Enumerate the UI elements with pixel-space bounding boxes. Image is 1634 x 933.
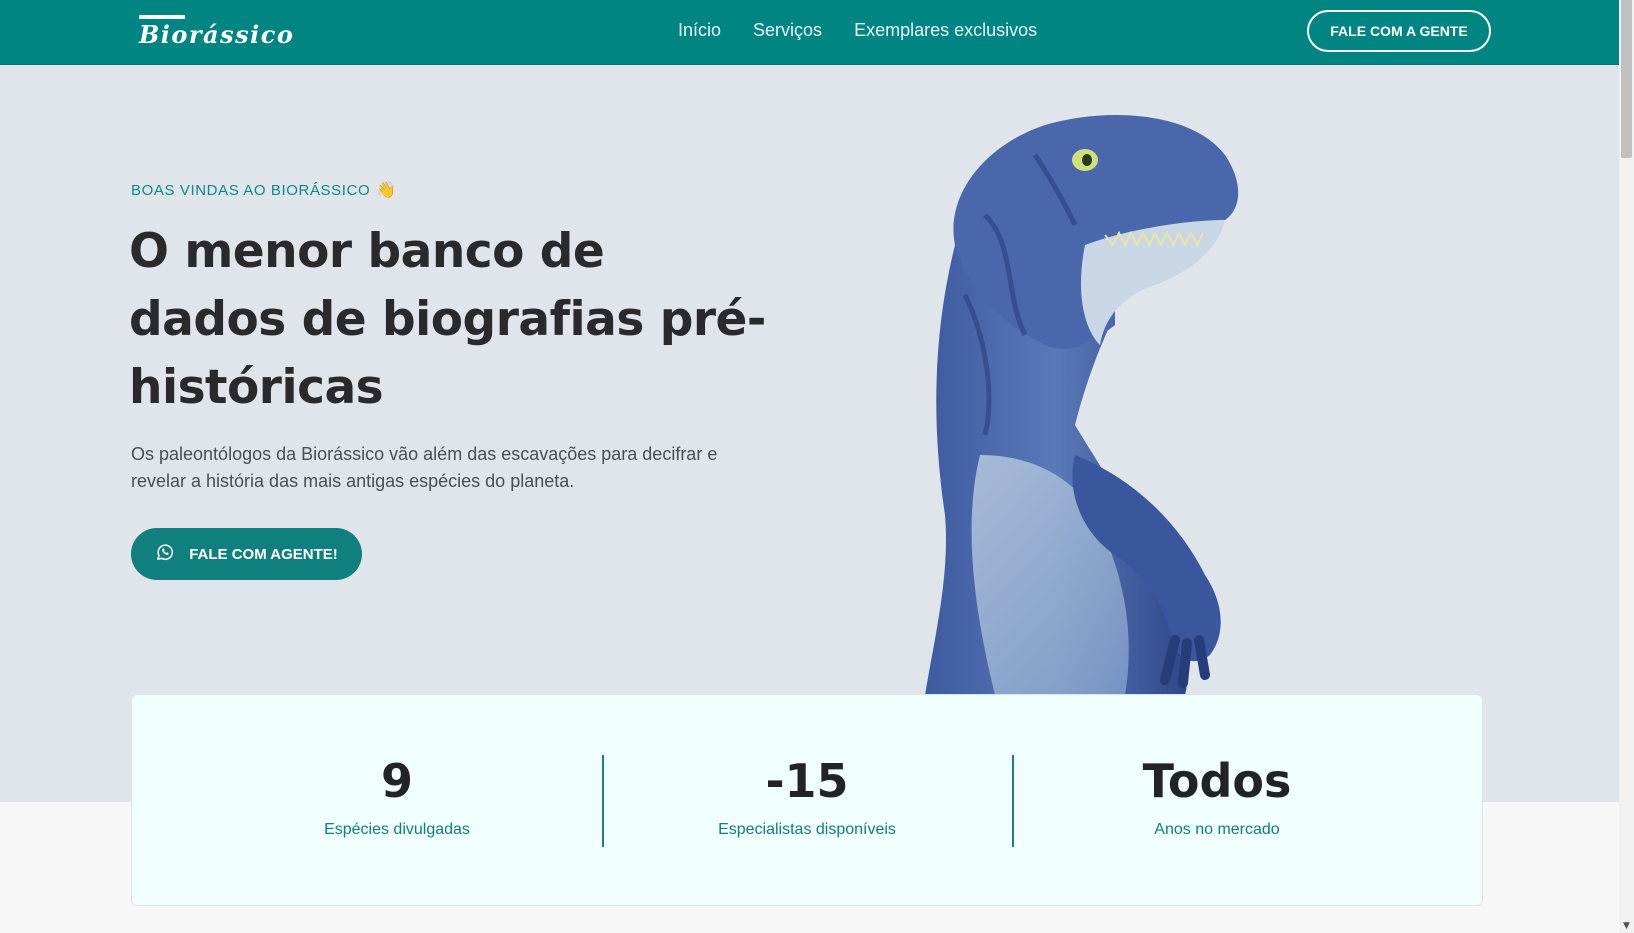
main-nav: Início Serviços Exemplares exclusivos	[678, 20, 1037, 41]
hero-eyebrow-text: BOAS VINDAS AO BIORÁSSICO	[131, 181, 371, 199]
stat-specialists: -15 Especialistas disponíveis	[642, 755, 972, 839]
stat-value: Todos	[1142, 754, 1292, 808]
scroll-down-arrow-icon[interactable]: ▼	[1622, 922, 1631, 931]
stat-label: Anos no mercado	[1154, 821, 1280, 838]
stat-years: Todos Anos no mercado	[1052, 755, 1382, 839]
stat-value: -15	[765, 754, 849, 808]
page-scrollbar[interactable]: ▼	[1619, 0, 1634, 933]
stat-value: 9	[380, 754, 413, 808]
hero-eyebrow: BOAS VINDAS AO BIORÁSSICO 👋	[131, 180, 397, 200]
waving-hand-icon: 👋	[376, 182, 397, 199]
whatsapp-icon	[155, 542, 175, 566]
stats-card: 9 Espécies divulgadas -15 Especialistas …	[131, 694, 1483, 906]
stat-label: Espécies divulgadas	[324, 821, 470, 838]
site-logo[interactable]: Biorássico	[139, 20, 294, 49]
hero-section	[0, 65, 1619, 802]
talk-to-agent-button[interactable]: FALE COM AGENTE!	[131, 528, 362, 580]
scrollbar-thumb[interactable]	[1621, 0, 1632, 158]
dinosaur-image	[925, 115, 1239, 695]
contact-us-button[interactable]: FALE COM A GENTE	[1307, 10, 1491, 52]
stat-divider	[602, 755, 604, 847]
hero-title: O menor banco de dados de biografias pré…	[129, 224, 766, 415]
stat-divider	[1012, 755, 1014, 847]
logo-mark	[139, 15, 185, 19]
stat-species: 9 Espécies divulgadas	[232, 755, 562, 839]
hero-description: Os paleontólogos da Biorássico vão além …	[131, 444, 718, 491]
nav-link-inicio[interactable]: Início	[678, 20, 721, 41]
site-header: Biorássico Início Serviços Exemplares ex…	[0, 0, 1619, 65]
stat-label: Especialistas disponíveis	[718, 821, 896, 838]
nav-link-exemplares[interactable]: Exemplares exclusivos	[854, 20, 1037, 41]
talk-to-agent-label: FALE COM AGENTE!	[189, 545, 338, 563]
nav-link-servicos[interactable]: Serviços	[753, 20, 822, 41]
